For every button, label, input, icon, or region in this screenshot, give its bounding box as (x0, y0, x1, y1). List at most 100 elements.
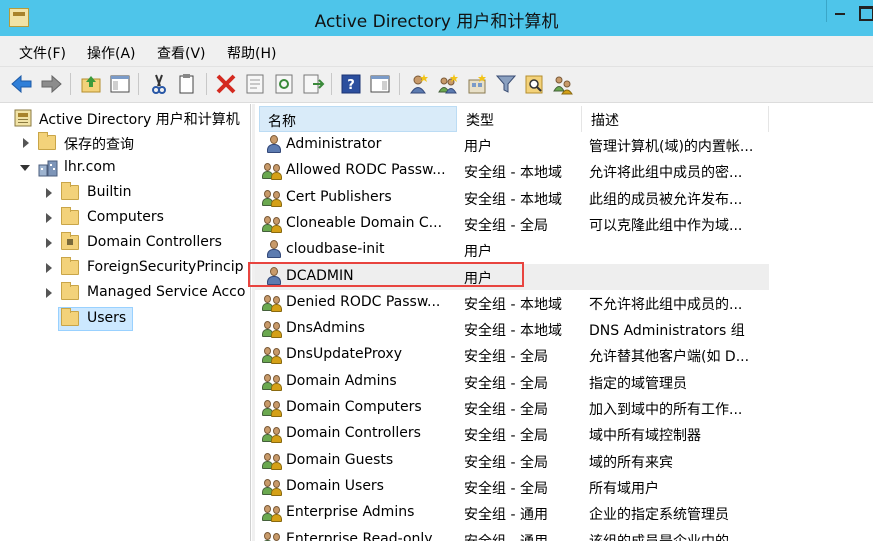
tree-item-domain[interactable]: lhr.com (8, 157, 248, 179)
tree-item-label: Builtin (87, 184, 132, 200)
expand-arrow-icon[interactable] (46, 238, 52, 248)
delete-icon[interactable] (214, 72, 238, 96)
cell-name: Administrator (286, 136, 382, 152)
cell-description: 可以克隆此组中作为域... (589, 218, 743, 234)
action-pane-icon[interactable] (368, 72, 392, 96)
cell-name: Enterprise Admins (286, 504, 415, 520)
column-header-type[interactable]: 类型 (458, 106, 582, 132)
cut-icon[interactable] (147, 72, 171, 96)
column-header-description[interactable]: 描述 (583, 106, 769, 132)
group-icon (262, 293, 284, 313)
cell-name: Denied RODC Passw... (286, 294, 441, 310)
tree-item-managed-service-accounts[interactable]: Managed Service Acco (8, 282, 248, 304)
table-row[interactable]: Administrator 用户 管理计算机(域)的内置帐... (255, 132, 769, 158)
cell-type: 用户 (464, 139, 492, 155)
tree-item-foreign-security-principals[interactable]: ForeignSecurityPrincip (8, 257, 248, 279)
cell-name: DnsAdmins (286, 320, 365, 336)
group-icon (262, 372, 284, 392)
collapse-arrow-icon[interactable] (20, 165, 30, 171)
maximize-button[interactable] (856, 0, 873, 22)
tree-item-label: Users (87, 310, 127, 326)
cell-type: 安全组 - 本地域 (464, 297, 562, 313)
cell-type: 安全组 - 全局 (464, 481, 548, 497)
table-row[interactable]: Domain Controllers 安全组 - 全局 域中所有域控制器 (255, 421, 769, 447)
table-row[interactable]: Domain Computers 安全组 - 全局 加入到域中的所有工作... (255, 395, 769, 421)
table-row[interactable]: DnsAdmins 安全组 - 本地域 DNS Administrators 组 (255, 316, 769, 342)
menu-help[interactable]: 帮助(H) (227, 43, 276, 63)
cell-description: 此组的成员被允许发布... (589, 192, 743, 208)
copy-icon[interactable] (175, 72, 199, 96)
delegate-control-icon[interactable] (551, 72, 575, 96)
tree-item-computers[interactable]: Computers (8, 207, 248, 229)
details-list: 名称 类型 描述 Administrator 用户 管理计算机(域)的内置帐... A… (255, 104, 873, 541)
tree-item-domain-controllers[interactable]: Domain Controllers (8, 232, 248, 254)
table-row[interactable]: Domain Users 安全组 - 全局 所有域用户 (255, 474, 769, 500)
cell-description: 允许替其他客户端(如 D... (589, 349, 750, 365)
table-row[interactable]: Enterprise Read-only 安全组 - 通用 该组的成员是企业中的..… (255, 527, 769, 541)
expand-arrow-icon[interactable] (46, 188, 52, 198)
cell-type: 安全组 - 通用 (464, 531, 548, 541)
table-row[interactable]: DnsUpdateProxy 安全组 - 全局 允许替其他客户端(如 D... (255, 342, 769, 368)
table-row[interactable]: Allowed RODC Passw... 安全组 - 本地域 允许将此组中成员的密… (255, 158, 769, 184)
table-row[interactable]: Denied RODC Passw... 安全组 - 本地域 不允许将此组中成员的.… (255, 290, 769, 316)
red-highlight-box (248, 262, 524, 287)
tree-item-label: 保存的查询 (64, 137, 134, 153)
menu-file[interactable]: 文件(F) (19, 43, 66, 63)
export-list-icon[interactable] (301, 72, 325, 96)
tree-root[interactable]: Active Directory 用户和计算机 (12, 107, 250, 129)
expand-arrow-icon[interactable] (46, 213, 52, 223)
tree-root-label: Active Directory 用户和计算机 (39, 112, 240, 128)
column-header-label: 名称 (268, 114, 296, 130)
cell-description: DNS Administrators 组 (589, 323, 745, 339)
new-group-icon[interactable] (436, 72, 460, 96)
user-icon (265, 240, 283, 260)
cell-description: 所有域用户 (589, 481, 659, 497)
folder-icon (61, 182, 79, 200)
table-row[interactable]: Enterprise Admins 安全组 - 通用 企业的指定系统管理员 (255, 500, 769, 526)
table-row[interactable]: Cert Publishers 安全组 - 本地域 此组的成员被允许发布... (255, 185, 769, 211)
group-icon (262, 477, 284, 497)
refresh-icon[interactable] (272, 72, 296, 96)
tree-item-builtin[interactable]: Builtin (8, 182, 248, 204)
column-header-name[interactable]: 名称 (259, 106, 457, 132)
ad-console-icon (14, 109, 32, 127)
cell-name: Enterprise Read-only (286, 531, 433, 541)
expand-arrow-icon[interactable] (23, 138, 29, 148)
table-row[interactable]: Domain Admins 安全组 - 全局 指定的域管理员 (255, 369, 769, 395)
new-user-icon[interactable] (407, 72, 431, 96)
help-icon[interactable]: ? (339, 72, 363, 96)
table-row[interactable]: cloudbase-init 用户 (255, 237, 769, 263)
cell-type: 安全组 - 通用 (464, 507, 548, 523)
back-arrow-icon[interactable] (10, 72, 34, 96)
cell-type: 安全组 - 全局 (464, 455, 548, 471)
cell-name: Domain Users (286, 478, 384, 494)
cell-type: 安全组 - 本地域 (464, 165, 562, 181)
cell-type: 安全组 - 全局 (464, 218, 548, 234)
toolbar-separator (138, 73, 139, 95)
find-icon[interactable] (523, 72, 547, 96)
expand-arrow-icon[interactable] (46, 288, 52, 298)
table-row[interactable]: Domain Guests 安全组 - 全局 域的所有来宾 (255, 448, 769, 474)
tree-item-users[interactable]: Users (8, 308, 248, 330)
forward-arrow-icon[interactable] (39, 72, 63, 96)
expand-arrow-icon[interactable] (46, 263, 52, 273)
filter-icon[interactable] (494, 72, 518, 96)
cell-type: 安全组 - 本地域 (464, 192, 562, 208)
folder-icon (61, 308, 79, 326)
window-title: Active Directory 用户和计算机 (314, 12, 559, 32)
toolbar-separator (399, 73, 400, 95)
show-console-tree-icon[interactable] (108, 72, 132, 96)
cell-type: 安全组 - 全局 (464, 376, 548, 392)
menu-view[interactable]: 查看(V) (157, 43, 206, 63)
menu-action[interactable]: 操作(A) (87, 43, 136, 63)
folder-icon (38, 132, 56, 150)
folder-icon (61, 207, 79, 225)
group-icon (262, 345, 284, 365)
minimize-button[interactable] (826, 0, 853, 22)
new-ou-icon[interactable] (465, 72, 489, 96)
group-icon (262, 530, 284, 541)
tree-item-saved-queries[interactable]: 保存的查询 (8, 132, 248, 154)
table-row[interactable]: Cloneable Domain C... 安全组 - 全局 可以克隆此组中作为域.… (255, 211, 769, 237)
up-folder-icon[interactable] (79, 72, 103, 96)
properties-icon[interactable] (243, 72, 267, 96)
